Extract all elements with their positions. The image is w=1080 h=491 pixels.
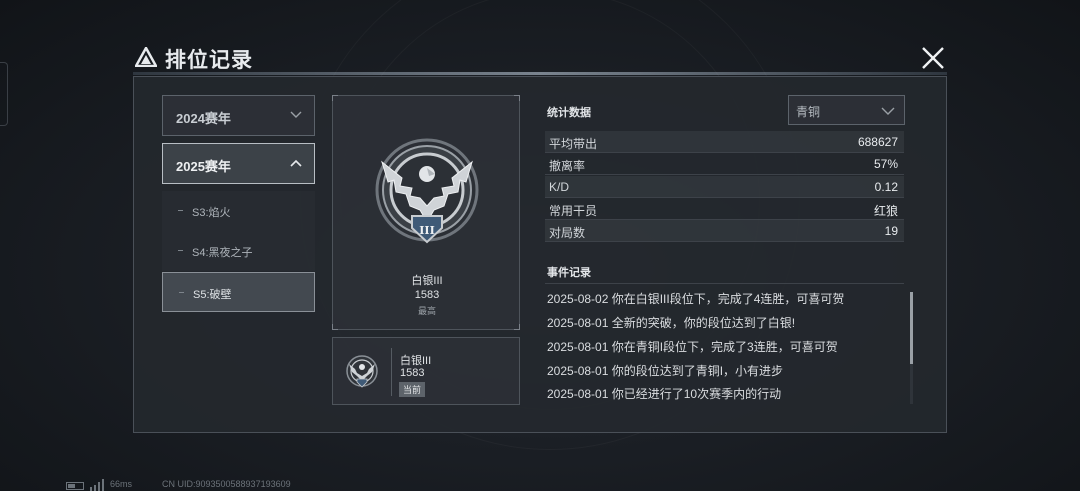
- season-item-s4[interactable]: S4:黑夜之子: [162, 231, 315, 271]
- stat-row: 平均带出 688627: [545, 131, 904, 153]
- stat-value: 0.12: [874, 180, 898, 194]
- highest-rank-card: III 白银III 1583 最高: [332, 95, 520, 330]
- card-corner: [514, 324, 520, 330]
- stat-value: 红狼: [873, 204, 898, 218]
- stats-title: 统计数据: [547, 107, 591, 119]
- season-year-label: 2025赛年: [176, 159, 231, 174]
- battery-fill: [68, 484, 75, 488]
- title-bar: 排位记录: [133, 42, 947, 76]
- stat-key: 对局数: [549, 226, 586, 240]
- badge-numeral: III: [419, 224, 434, 237]
- current-rank-score: 1583: [400, 367, 425, 379]
- event-item: 2025-08-02 你在白银III段位下，完成了4连胜，可喜可贺: [547, 292, 845, 306]
- stat-key: 平均带出: [549, 137, 598, 151]
- stat-value: 688627: [857, 135, 898, 149]
- title-divider: [133, 72, 947, 75]
- close-icon[interactable]: [919, 44, 947, 72]
- event-item: 2025-08-01 你已经进行了10次赛季内的行动: [547, 387, 782, 401]
- season-item-label: S5:破壁: [193, 289, 232, 301]
- current-rank-name: 白银III: [400, 355, 432, 367]
- card-corner: [332, 324, 338, 330]
- season-item-s3[interactable]: S3:焰火: [162, 191, 315, 231]
- stat-row: 对局数 19: [545, 220, 904, 242]
- chevron-up-icon: [290, 159, 302, 167]
- season-year-2024-select[interactable]: 2024赛年: [162, 95, 315, 136]
- stat-value: 19: [884, 224, 898, 238]
- page-title: 排位记录: [165, 49, 253, 72]
- dash-icon: [178, 250, 183, 251]
- card-corner: [332, 95, 338, 101]
- card-corner: [514, 95, 520, 101]
- dash-icon: [179, 292, 184, 293]
- divider: [545, 283, 904, 284]
- highest-rank-tag: 最高: [417, 306, 436, 316]
- events-scrollbar[interactable]: [910, 292, 913, 404]
- rank-filter-value: 青铜: [796, 105, 821, 119]
- rank-filter-select[interactable]: 青铜: [788, 95, 905, 125]
- battery-icon: [66, 482, 84, 490]
- dash-icon: [178, 210, 183, 211]
- event-item: 2025-08-01 你的段位达到了青铜I，小有进步: [547, 364, 784, 378]
- current-rank-card: 白银III 1583 当前: [332, 337, 520, 405]
- stat-key: 常用干员: [549, 204, 598, 218]
- events-title: 事件记录: [547, 267, 591, 279]
- stat-row: K/D 0.12: [545, 176, 904, 198]
- uid-text: CN UID:9093500588937193609: [162, 479, 291, 489]
- stat-key: K/D: [549, 180, 570, 194]
- stat-key: 撤离率: [549, 159, 586, 173]
- side-edge-tab[interactable]: [0, 62, 8, 126]
- eagle-badge-icon: [346, 355, 378, 388]
- scroll-thumb[interactable]: [910, 292, 913, 364]
- logo-triangle-icon: [135, 47, 157, 67]
- season-item-s5[interactable]: S5:破壁: [162, 272, 315, 312]
- divider: [391, 348, 392, 396]
- stat-row: 撤离率 57%: [545, 153, 904, 175]
- eagle-badge-icon: III: [375, 138, 479, 244]
- event-item: 2025-08-01 你在青铜I段位下，完成了3连胜，可喜可贺: [547, 340, 838, 354]
- highest-rank-score: 1583: [414, 289, 440, 301]
- event-item: 2025-08-01 全新的突破，你的段位达到了白银!: [547, 316, 796, 330]
- stat-value: 57%: [873, 157, 898, 171]
- current-rank-tag: 当前: [399, 382, 426, 397]
- signal-icon: [90, 479, 104, 491]
- ping-text: 66ms: [110, 479, 133, 489]
- season-year-2025-select[interactable]: 2025赛年: [162, 143, 315, 184]
- highest-rank-name: 白银III: [411, 275, 443, 287]
- chevron-down-icon: [290, 111, 302, 118]
- season-item-label: S4:黑夜之子: [192, 247, 253, 259]
- season-item-label: S3:焰火: [192, 207, 231, 219]
- chevron-down-icon: [881, 107, 895, 115]
- stat-row: 常用干员 红狼: [545, 198, 904, 220]
- season-year-label: 2024赛年: [176, 111, 231, 126]
